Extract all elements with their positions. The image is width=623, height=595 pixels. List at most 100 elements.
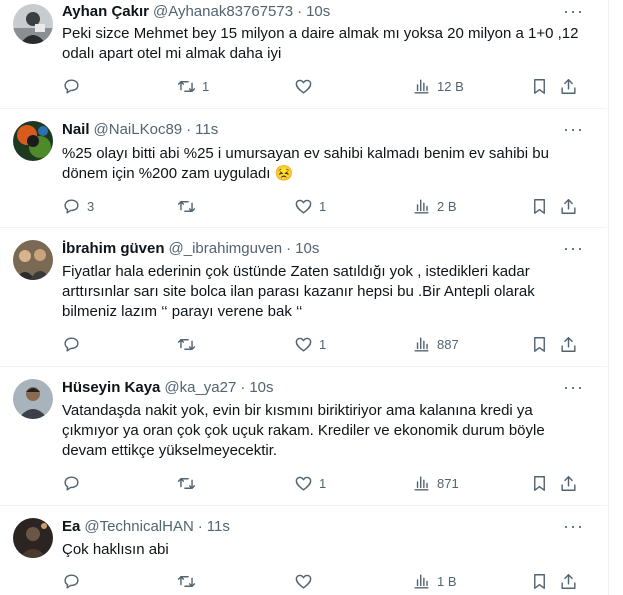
tweet-text: Çok haklısın abi [62,541,169,558]
like-count: 1 [319,475,327,491]
reply-icon [64,573,79,589]
tweet[interactable]: Nail @NaiLKoc89 · 11s ··· %25 olayı bitti a… [0,109,607,228]
timestamp[interactable]: 10s [295,240,319,257]
views-icon [414,198,429,214]
share-button[interactable] [559,571,578,591]
share-icon [561,573,576,589]
reply-button[interactable] [62,76,87,96]
views-icon [414,475,429,491]
more-icon[interactable]: ··· [563,2,583,24]
like-count: 1 [319,198,327,214]
tweet-actions: 1 12 B [62,76,582,96]
like-button[interactable] [294,76,319,96]
author-handle[interactable]: @TechnicalHAN [84,518,193,535]
heart-icon [295,199,312,214]
tweet-header: İbrahim güven @_ibrahimguven · 10s [62,239,567,259]
avatar[interactable] [13,518,53,558]
tweet-actions: 1 887 [62,334,582,354]
tweet-text: %25 olayı bitti abi %25 i umursayan ev s… [62,145,549,182]
reply-button[interactable]: 3 [62,196,94,216]
author-handle[interactable]: @Ayhanak83767573 [153,3,293,20]
views-button[interactable]: 871 [412,473,459,493]
author-handle[interactable]: @NaiLKoc89 [94,121,183,138]
heart-icon [295,337,312,352]
views-button[interactable]: 887 [412,334,459,354]
timestamp[interactable]: 11s [195,121,218,138]
reply-button[interactable] [62,571,87,591]
retweet-button[interactable] [177,473,202,493]
tweet-header: Nail @NaiLKoc89 · 11s [62,120,567,140]
author-name[interactable]: Nail [62,121,90,138]
reply-icon [64,475,79,491]
tweet[interactable]: Ea @TechnicalHAN · 11s ··· Çok haklısın abi… [0,506,607,595]
retweet-icon [177,200,196,212]
tweet-text: Peki sizce Mehmet bey 15 milyon a daire … [62,25,579,62]
share-icon [561,78,576,94]
more-icon[interactable]: ··· [563,120,583,142]
author-name[interactable]: Ayhan Çakır [62,3,149,20]
share-button[interactable] [559,196,578,216]
like-button[interactable] [294,571,319,591]
share-button[interactable] [559,334,578,354]
share-button[interactable] [559,76,578,96]
reply-button[interactable] [62,473,87,493]
avatar[interactable] [13,4,53,44]
views-button[interactable]: 2 B [412,196,457,216]
timestamp[interactable]: 10s [306,3,330,20]
reply-icon [64,198,79,214]
author-handle[interactable]: @ka_ya27 [164,379,236,396]
more-icon[interactable]: ··· [563,239,583,261]
author-handle[interactable]: @_ibrahimguven [169,240,283,257]
views-button[interactable]: 1 B [412,571,457,591]
share-icon [561,475,576,491]
retweet-count: 1 [202,78,210,94]
author-name[interactable]: Hüseyin Kaya [62,379,160,396]
timestamp[interactable]: 10s [249,379,273,396]
timeline-feed: Ayhan Çakır @Ayhanak83767573 · 10s ··· Peki… [0,0,609,595]
bookmark-button[interactable] [530,76,549,96]
retweet-icon [177,477,196,489]
retweet-button[interactable]: 1 [177,76,209,96]
tweet-actions: 3 1 2 B [62,196,582,216]
author-name[interactable]: İbrahim güven [62,240,165,257]
views-count: 887 [437,336,459,352]
timestamp[interactable]: 11s [207,518,230,535]
tweet[interactable]: Hüseyin Kaya @ka_ya27 · 10s ··· Vatandaşda … [0,367,607,506]
bookmark-icon [534,573,545,589]
bookmark-button[interactable] [530,571,549,591]
tweet[interactable]: İbrahim güven @_ibrahimguven · 10s ··· Fiya… [0,228,607,367]
separator-dot: · [286,240,292,257]
more-icon[interactable]: ··· [563,517,583,539]
author-name[interactable]: Ea [62,518,80,535]
avatar[interactable] [13,240,53,280]
views-icon [414,336,429,352]
share-button[interactable] [559,473,578,493]
separator-dot: · [197,518,203,535]
reply-icon [64,78,79,94]
retweet-icon [177,575,196,587]
retweet-button[interactable] [177,334,202,354]
share-icon [561,336,576,352]
more-icon[interactable]: ··· [563,378,583,400]
retweet-button[interactable] [177,571,202,591]
bookmark-button[interactable] [530,196,549,216]
tweet-actions: 1 871 [62,473,582,493]
reply-button[interactable] [62,334,87,354]
like-button[interactable]: 1 [294,196,326,216]
like-button[interactable]: 1 [294,473,326,493]
bookmark-icon [534,78,545,94]
separator-dot: · [297,3,303,20]
heart-icon [295,574,312,589]
bookmark-button[interactable] [530,473,549,493]
separator-dot: · [240,379,246,396]
tweet-header: Ayhan Çakır @Ayhanak83767573 · 10s [62,2,567,22]
like-button[interactable]: 1 [294,334,326,354]
retweet-icon [177,80,196,92]
avatar[interactable] [13,121,53,161]
retweet-button[interactable] [177,196,202,216]
tweet-text: Fiyatlar hala ederinin çok üstünde Zaten… [62,263,535,320]
views-button[interactable]: 12 B [412,76,464,96]
avatar[interactable] [13,379,53,419]
tweet[interactable]: Ayhan Çakır @Ayhanak83767573 · 10s ··· Peki… [0,0,607,109]
bookmark-button[interactable] [530,334,549,354]
